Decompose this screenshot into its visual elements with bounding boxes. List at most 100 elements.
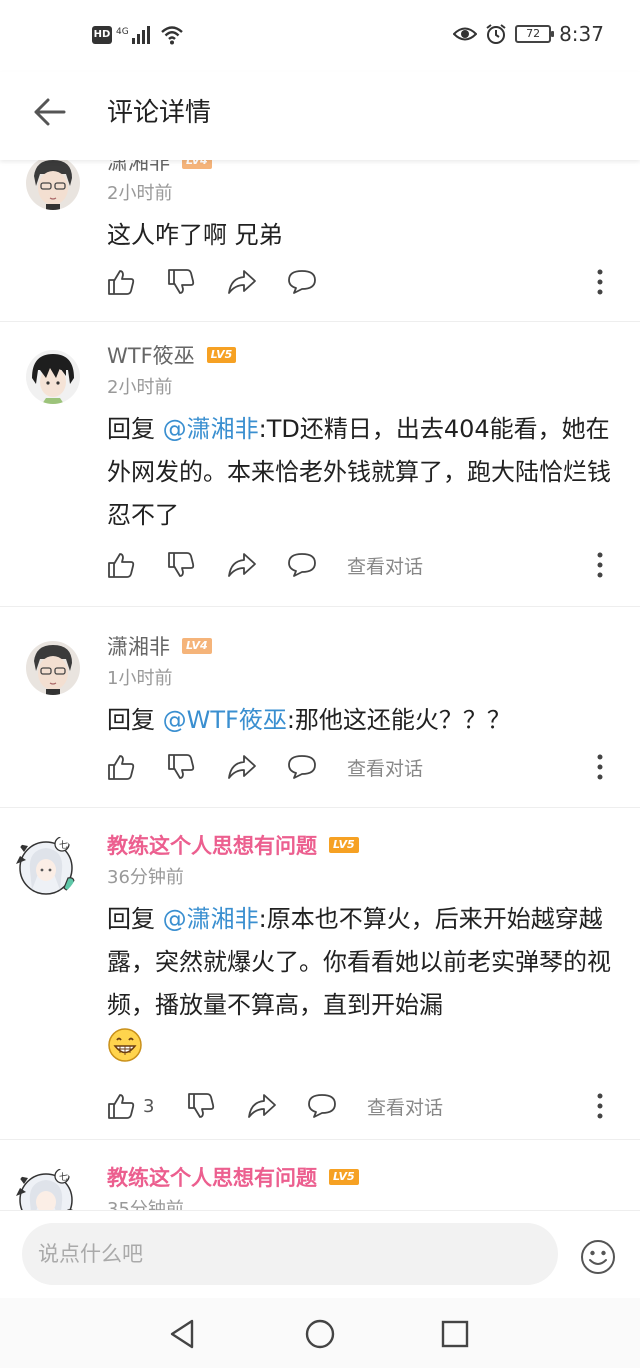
comment-item: 七 教练这个人思想有问题 LV5 36分钟前 回复 @潇湘非:原本也不算火，后来…	[0, 808, 640, 1140]
comment-input-bar	[0, 1210, 640, 1298]
smiley-face-icon	[581, 1240, 615, 1274]
comment-actions: 查看对话	[107, 545, 612, 585]
name-row: 教练这个人思想有问题 LV5	[107, 1160, 612, 1194]
comment-text[interactable]: 回复 @潇湘非:原本也不算火，后来开始越穿越露，突然就爆火了。你看看她以前老实弹…	[107, 898, 612, 1077]
comment-body: 潇湘非 LV4 1小时前 回复 @WTF筱巫:那他这还能火？？？	[107, 629, 612, 742]
mention-link[interactable]: @潇湘非	[163, 415, 259, 443]
nav-recents-button[interactable]	[431, 1310, 479, 1358]
level-badge: LV5	[329, 1169, 359, 1185]
reply-prefix: 回复	[107, 905, 163, 933]
mention-link[interactable]: @WTF筱巫	[163, 706, 287, 734]
chat-bubble-icon	[288, 755, 316, 779]
thumbs-down-icon	[168, 754, 195, 779]
avatar[interactable]	[26, 160, 80, 210]
back-arrow-icon	[34, 98, 66, 126]
avatar-anime-girl-decorated: 七	[16, 1168, 73, 1210]
username[interactable]: 潇湘非	[107, 631, 170, 661]
comment-text[interactable]: 回复 @WTF筱巫:那他这还能火？？？	[107, 699, 612, 742]
avatar[interactable]: 七	[14, 1166, 78, 1210]
name-row: 教练这个人思想有问题 LV5	[107, 828, 612, 862]
grinning-face-emoji	[107, 1027, 143, 1077]
nav-back-button[interactable]	[158, 1310, 206, 1358]
like-button[interactable]	[107, 551, 167, 579]
title-bar: 评论详情	[0, 72, 640, 160]
comment-time: 36分钟前	[107, 867, 184, 888]
comment-actions: 查看对话	[107, 747, 612, 787]
status-bar: HD 4G 72 8:37	[0, 0, 640, 72]
level-badge: LV4	[182, 160, 212, 169]
reply-button[interactable]	[287, 551, 347, 579]
comment-text[interactable]: 这人咋了啊 兄弟	[107, 214, 612, 257]
comment-list[interactable]: 潇湘非 LV4 2小时前 这人咋了啊 兄弟 WTF筱巫 LV5 2小时前 回复 …	[0, 160, 640, 1210]
nav-home-button[interactable]	[296, 1310, 344, 1358]
username[interactable]: 教练这个人思想有问题	[107, 1162, 317, 1192]
avatar-anime-boy-glasses	[26, 160, 80, 210]
view-conversation-link[interactable]: 查看对话	[367, 1093, 443, 1120]
more-vertical-icon	[597, 754, 603, 780]
comment-item: 潇湘非 LV4 1小时前 回复 @WTF筱巫:那他这还能火？？？ 查看对话	[0, 607, 640, 808]
dislike-button[interactable]	[167, 753, 227, 781]
chat-bubble-icon	[288, 270, 316, 294]
dislike-button[interactable]	[167, 551, 227, 579]
circle-home-icon	[305, 1319, 335, 1349]
level-badge: LV4	[182, 638, 212, 654]
avatar-anime-boy-glasses	[26, 641, 80, 695]
alarm-icon	[486, 24, 506, 44]
reply-button[interactable]	[307, 1092, 367, 1120]
name-row: WTF筱巫 LV5	[107, 338, 612, 372]
username[interactable]: 教练这个人思想有问题	[107, 830, 317, 860]
thumbs-up-icon	[108, 553, 135, 578]
status-time: 8:37	[559, 22, 604, 46]
comment-time: 35分钟前	[107, 1199, 184, 1210]
comment-body: 潇湘非 LV4 2小时前 这人咋了啊 兄弟	[107, 160, 612, 257]
comment-content: :那他这还能火？？？	[286, 706, 511, 734]
more-options-button[interactable]	[588, 1090, 612, 1122]
thumbs-up-icon	[108, 1094, 135, 1119]
share-arrow-icon	[228, 553, 256, 577]
view-conversation-link[interactable]: 查看对话	[347, 754, 423, 781]
share-arrow-icon	[248, 1094, 276, 1118]
comment-list-content: 潇湘非 LV4 2小时前 这人咋了啊 兄弟 WTF筱巫 LV5 2小时前 回复 …	[0, 160, 640, 1210]
reply-button[interactable]	[287, 268, 347, 296]
avatar[interactable]	[26, 350, 80, 404]
grinning-face-icon	[108, 1028, 142, 1062]
more-options-button[interactable]	[588, 751, 612, 783]
share-button[interactable]	[227, 753, 287, 781]
comment-actions	[107, 262, 612, 302]
like-button[interactable]	[107, 753, 167, 781]
avatar-anime-girl-decorated: 七	[16, 836, 75, 895]
share-button[interactable]	[227, 268, 287, 296]
username[interactable]: WTF筱巫	[107, 340, 195, 370]
share-button[interactable]	[227, 551, 287, 579]
mention-link[interactable]: @潇湘非	[163, 905, 259, 933]
back-button[interactable]	[28, 90, 72, 134]
like-button[interactable]	[107, 268, 167, 296]
comment-content: 这人咋了啊 兄弟	[107, 221, 283, 249]
more-vertical-icon	[597, 269, 603, 295]
like-button[interactable]: 3	[107, 1092, 187, 1120]
avatar-anime-boy	[26, 350, 80, 404]
view-conversation-link[interactable]: 查看对话	[347, 552, 423, 579]
thumbs-down-icon	[188, 1093, 215, 1118]
comment-time: 1小时前	[107, 668, 173, 689]
emoji-button[interactable]	[578, 1237, 618, 1277]
share-button[interactable]	[247, 1092, 307, 1120]
reply-button[interactable]	[287, 753, 347, 781]
network-type: 4G	[116, 27, 129, 37]
thumbs-up-icon	[108, 755, 135, 780]
more-options-button[interactable]	[588, 549, 612, 581]
comment-body: WTF筱巫 LV5 2小时前 回复 @潇湘非:TD还精日，出去404能看，她在外…	[107, 338, 612, 537]
dislike-button[interactable]	[167, 268, 227, 296]
avatar[interactable]: 七	[14, 834, 78, 898]
thumbs-up-icon	[108, 270, 135, 295]
comment-input[interactable]	[22, 1223, 558, 1285]
eye-icon	[453, 27, 478, 41]
reply-prefix: 回复	[107, 706, 163, 734]
dislike-button[interactable]	[187, 1092, 247, 1120]
cellular-signal-icon: 4G	[116, 26, 150, 44]
comment-text[interactable]: 回复 @潇湘非:TD还精日，出去404能看，她在外网发的。本来恰老外钱就算了，跑…	[107, 408, 612, 537]
comment-body: 教练这个人思想有问题 LV5 35分钟前	[107, 1160, 612, 1210]
avatar[interactable]	[26, 641, 80, 695]
more-options-button[interactable]	[588, 266, 612, 298]
username[interactable]: 潇湘非	[107, 160, 170, 176]
